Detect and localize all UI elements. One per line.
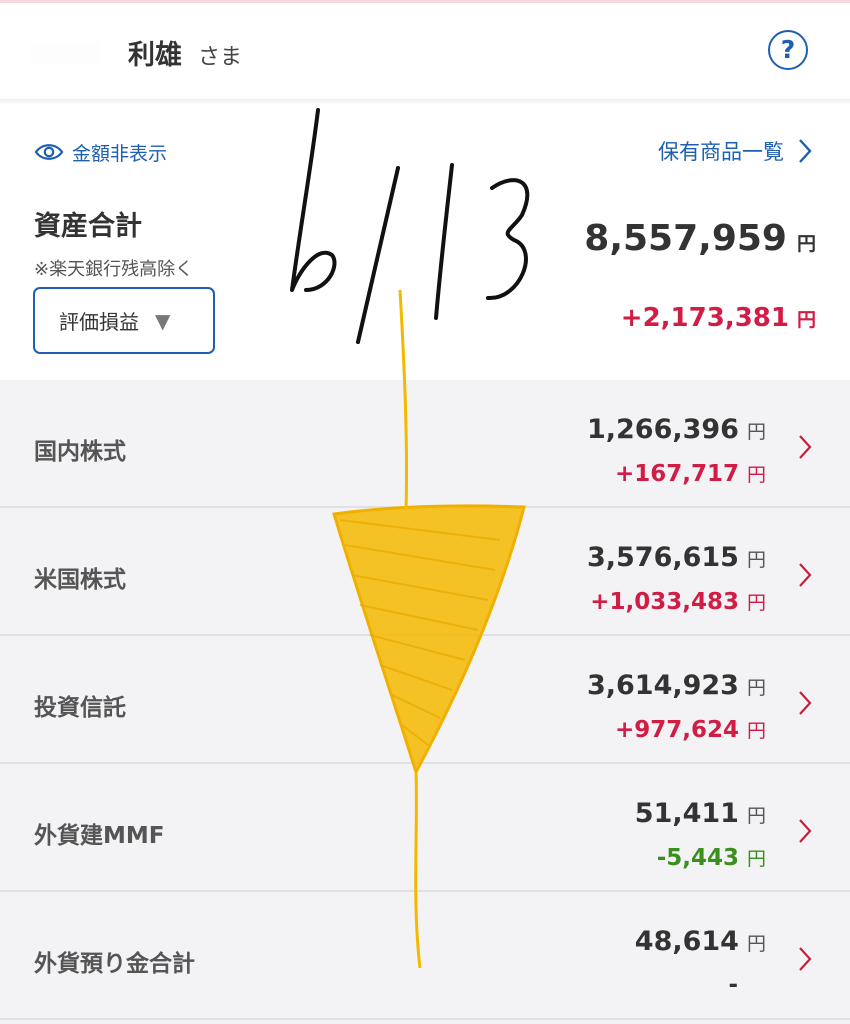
asset-name: 米国株式 (34, 567, 126, 593)
asset-value-amount: 3,576,615 (586, 542, 739, 573)
currency-unit: 円 (746, 848, 766, 870)
currency-unit: 円 (796, 309, 816, 331)
asset-row[interactable]: 米国株式 3,576,615 円 +1,033,483 円 (0, 508, 850, 636)
asset-value: 48,614 円 (635, 926, 766, 957)
asset-value-amount: 3,614,923 (586, 670, 739, 701)
asset-gain-amount: +977,624 (614, 717, 739, 743)
currency-unit: 円 (796, 233, 816, 255)
holdings-list-link[interactable]: 保有商品一覧 (658, 136, 812, 166)
chevron-right-icon (799, 947, 812, 971)
asset-gain: -5,443 円 (657, 844, 766, 871)
asset-value: 3,614,923 円 (587, 670, 766, 701)
metric-dropdown[interactable]: 評価損益 ▼ (33, 287, 215, 354)
chevron-right-icon (799, 435, 812, 459)
asset-value-amount: 48,614 (634, 926, 739, 957)
currency-unit: 円 (746, 464, 766, 486)
total-assets-value: 8,557,959 円 (584, 218, 816, 259)
total-gain-value: +2,173,381 円 (621, 303, 816, 333)
chevron-right-icon (799, 139, 812, 163)
user-honorific: さま (198, 45, 243, 70)
user-name: 利雄 (128, 40, 182, 71)
asset-gain: +1,033,483 円 (590, 588, 766, 615)
eye-icon (34, 144, 64, 160)
chevron-right-icon (799, 819, 812, 843)
total-assets-amount: 8,557,959 (584, 218, 787, 259)
currency-unit: 円 (746, 720, 766, 742)
chevron-right-icon (799, 691, 812, 715)
asset-row[interactable]: 国内株式 1,266,396 円 +167,717 円 (0, 380, 850, 508)
total-gain-amount: +2,173,381 (620, 303, 789, 333)
asset-category-list: 国内株式 1,266,396 円 +167,717 円 米国株式 3,576,6… (0, 380, 850, 1024)
asset-name: 投資信託 (34, 695, 126, 721)
asset-value: 51,411 円 (635, 798, 766, 829)
caret-down-icon: ▼ (155, 308, 171, 333)
app-header: 利雄 さま ? (0, 3, 850, 99)
metric-dropdown-value: 評価損益 (59, 310, 139, 334)
redacted-surname (30, 42, 100, 64)
asset-name: 外貨建MMF (34, 823, 165, 849)
asset-gain-amount: +167,717 (614, 461, 739, 487)
total-assets-title: 資産合計 (34, 211, 142, 242)
handwritten-date (290, 108, 530, 344)
holdings-list-label: 保有商品一覧 (658, 140, 784, 164)
hide-amounts-toggle[interactable]: 金額非表示 (34, 138, 167, 166)
asset-value-amount: 1,266,396 (586, 414, 739, 445)
asset-row[interactable]: 外貨建MMF 51,411 円 -5,443 円 (0, 764, 850, 892)
question-circle-icon[interactable]: ? (768, 30, 808, 70)
total-assets-note: ※楽天銀行残高除く (34, 259, 194, 280)
currency-unit: 円 (746, 677, 766, 699)
header-divider (0, 99, 850, 105)
asset-row[interactable]: 投資信託 3,614,923 円 +977,624 円 (0, 636, 850, 764)
hide-amounts-label: 金額非表示 (72, 142, 168, 165)
asset-value: 1,266,396 円 (587, 414, 766, 445)
currency-unit: 円 (746, 421, 766, 443)
currency-unit: 円 (746, 592, 766, 614)
asset-gain: +167,717 円 (615, 460, 766, 487)
asset-gain-amount: - (728, 972, 738, 998)
asset-gain: - (728, 972, 738, 998)
asset-row[interactable]: 外貨預り金合計 48,614 円 - (0, 892, 850, 1020)
currency-unit: 円 (746, 805, 766, 827)
asset-name: 国内株式 (34, 439, 126, 465)
asset-value-amount: 51,411 (634, 798, 739, 829)
asset-name: 外貨預り金合計 (34, 951, 195, 977)
currency-unit: 円 (746, 933, 766, 955)
chevron-right-icon (799, 563, 812, 587)
asset-gain-amount: -5,443 (656, 845, 739, 871)
asset-gain: +977,624 円 (615, 716, 766, 743)
asset-value: 3,576,615 円 (587, 542, 766, 573)
asset-gain-amount: +1,033,483 (590, 589, 739, 615)
currency-unit: 円 (746, 549, 766, 571)
